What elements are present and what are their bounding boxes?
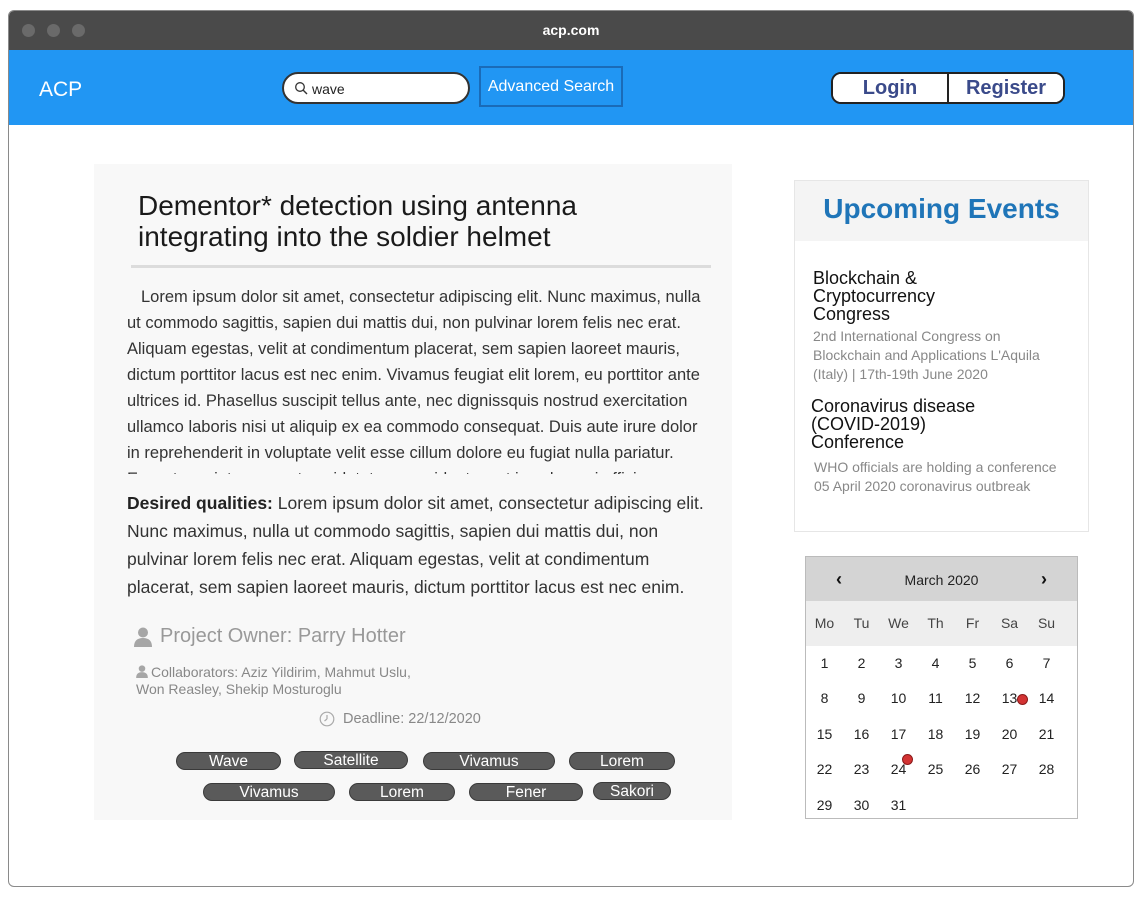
desired-qualities-label: Desired qualities: (127, 493, 273, 513)
project-owner: Project Owner: Parry Hotter (134, 625, 406, 648)
desired-qualities: Desired qualities: Lorem ipsum dolor sit… (127, 489, 712, 601)
calendar-day[interactable]: 19 (954, 717, 991, 752)
weekday-label: Su (1037, 615, 1056, 631)
deadline-text: Deadline: 22/12/2020 (343, 711, 481, 727)
calendar-day[interactable]: 29 (806, 788, 843, 818)
search-icon (295, 82, 308, 95)
calendar-day[interactable]: 31 (880, 788, 917, 818)
calendar-day-number: 13 (1001, 690, 1018, 707)
title-divider (131, 265, 711, 268)
user-icon (134, 627, 152, 647)
project-description: Lorem ipsum dolor sit amet, consectetur … (127, 288, 701, 474)
tag[interactable]: Sakori (593, 782, 671, 800)
calendar-week-row: 8 9 10 11 12 13 14 (806, 681, 1077, 716)
calendar-week-row: 1234567 (806, 646, 1077, 681)
calendar-day[interactable]: 18 (917, 717, 954, 752)
event-marker-dot (902, 754, 913, 766)
upcoming-events-panel: Upcoming Events Blockchain & Cryptocurre… (794, 180, 1089, 532)
weekday-label: Sa (1000, 615, 1019, 631)
browser-url: acp.com (542, 22, 600, 38)
calendar-header: ‹ March 2020 › (806, 557, 1077, 601)
calendar-month: March 2020 (904, 572, 979, 588)
calendar-empty-cell (917, 788, 954, 818)
deadline: Deadline: 22/12/2020 (319, 711, 481, 727)
browser-titlebar: acp.com (9, 11, 1133, 50)
search-input[interactable] (312, 78, 462, 100)
upcoming-events-heading: Upcoming Events (795, 181, 1088, 241)
top-navbar: ACP Advanced Search Login Register (9, 50, 1133, 125)
tag[interactable]: Vivamus (423, 752, 555, 770)
calendar-day[interactable]: 2 (843, 646, 880, 681)
event-description: 2nd International Congress on Blockchain… (813, 328, 1040, 382)
calendar-day[interactable]: 6 (991, 646, 1028, 681)
user-icon (136, 665, 148, 678)
clock-icon (319, 711, 335, 727)
weekday-label: Mo (814, 615, 835, 631)
calendar-day[interactable]: 10 (880, 681, 917, 716)
calendar-day[interactable]: 26 (954, 752, 991, 787)
calendar-day[interactable]: 25 (917, 752, 954, 787)
calendar-day[interactable]: 9 (843, 681, 880, 716)
tag[interactable]: Fener (469, 783, 583, 801)
calendar-day[interactable]: 5 (954, 646, 991, 681)
advanced-search-button[interactable]: Advanced Search (479, 66, 623, 107)
calendar-week-row: 22 23 24 25 26 27 28 (806, 752, 1077, 787)
project-card: Dementor* detection using antenna integr… (94, 164, 732, 820)
calendar-day[interactable]: 16 (843, 717, 880, 752)
event-marker-dot (1017, 694, 1028, 706)
calendar-day[interactable]: 8 (806, 681, 843, 716)
calendar-day[interactable]: 4 (917, 646, 954, 681)
calendar-day[interactable]: 12 (954, 681, 991, 716)
calendar-grid: 1 2 3 4 5 6 7 8 9 10 11 12 13 14 15 16 17 18 19 20 21 22 23 24 2… (806, 646, 1077, 818)
calendar-day[interactable]: 21 (1028, 717, 1065, 752)
calendar-day[interactable]: 3 (880, 646, 917, 681)
weekday-label: Tu (853, 615, 870, 631)
collaborators: Collaborators: Aziz Yildirim, Mahmut Usl… (136, 664, 426, 698)
register-button[interactable]: Register (949, 74, 1063, 102)
login-button[interactable]: Login (833, 74, 949, 102)
weekday-label: Fr (965, 615, 980, 631)
project-title: Dementor* detection using antenna integr… (138, 190, 577, 252)
calendar-weekdays: Mo Tu We Th Fr Sa Su (806, 601, 1077, 646)
calendar-widget: ‹ March 2020 › Mo Tu We Th Fr Sa Su 1234… (805, 556, 1078, 819)
calendar-day[interactable]: 17 (880, 717, 917, 752)
tag[interactable]: Lorem (569, 752, 675, 770)
auth-buttons: Login Register (831, 72, 1065, 104)
calendar-day[interactable]: 24 (880, 752, 917, 787)
event-title[interactable]: Blockchain & Cryptocurrency Congress (813, 269, 1003, 323)
event-title[interactable]: Coronavirus disease (COVID-2019) Confere… (811, 397, 1001, 451)
weekday-label: We (888, 615, 909, 631)
calendar-empty-cell (954, 788, 991, 818)
calendar-day[interactable]: 14 (1028, 681, 1065, 716)
calendar-day[interactable]: 7 (1028, 646, 1065, 681)
calendar-day[interactable]: 13 (991, 681, 1028, 716)
calendar-week-row: 29 30 31 (806, 788, 1077, 818)
calendar-day[interactable]: 20 (991, 717, 1028, 752)
calendar-empty-cell (991, 788, 1028, 818)
tag[interactable]: Lorem (349, 783, 455, 801)
calendar-day[interactable]: 27 (991, 752, 1028, 787)
tag[interactable]: Wave (176, 752, 281, 770)
project-owner-text: Project Owner: Parry Hotter (160, 625, 406, 647)
collaborators-text: Collaborators: Aziz Yildirim, Mahmut Usl… (136, 664, 411, 697)
calendar-day[interactable]: 15 (806, 717, 843, 752)
calendar-day[interactable]: 28 (1028, 752, 1065, 787)
event-description: WHO officials are holding a conference 0… (814, 459, 1057, 494)
calendar-day[interactable]: 30 (843, 788, 880, 818)
weekday-label: Th (927, 615, 944, 631)
search-box[interactable] (282, 72, 470, 104)
brand-logo[interactable]: ACP (39, 78, 82, 102)
calendar-empty-cell (1028, 788, 1065, 818)
calendar-week-row: 15 16 17 18 19 20 21 (806, 717, 1077, 752)
tag[interactable]: Satellite (294, 751, 408, 769)
chevron-right-icon[interactable]: › (1041, 569, 1047, 590)
tag[interactable]: Vivamus (203, 783, 335, 801)
calendar-day[interactable]: 11 (917, 681, 954, 716)
calendar-day[interactable]: 1 (806, 646, 843, 681)
calendar-day[interactable]: 22 (806, 752, 843, 787)
calendar-day[interactable]: 23 (843, 752, 880, 787)
